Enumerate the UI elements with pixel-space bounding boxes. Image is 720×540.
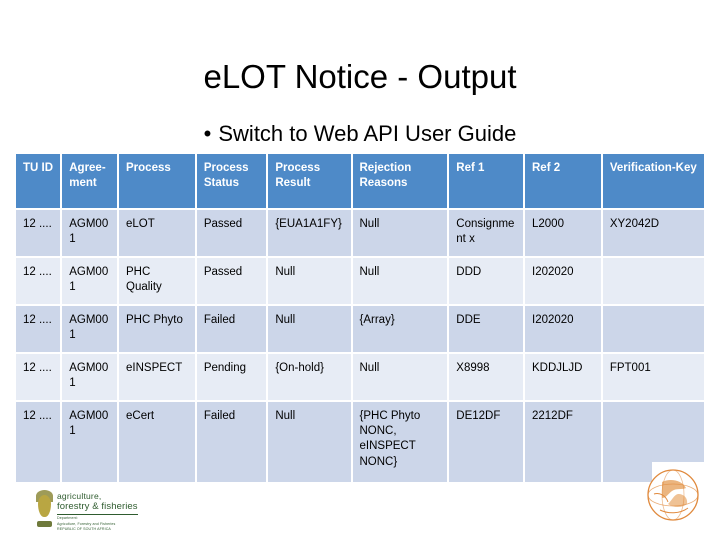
cell-ref-1: DE12DF xyxy=(449,402,523,482)
coat-of-arms-icon xyxy=(36,489,53,527)
cell-process-status: Pending xyxy=(196,354,267,400)
cell-ref-1: DDD xyxy=(449,258,523,304)
cell-tu-id: 12 .... xyxy=(16,402,61,482)
cell-verification-key xyxy=(602,306,704,352)
cell-process-status: Passed xyxy=(196,258,267,304)
cell-verification-key: XY2042D xyxy=(602,210,704,256)
table-row: 12 .... AGM001 eINSPECT Pending {On-hold… xyxy=(16,354,704,400)
cell-rejection-reasons: {Array} xyxy=(352,306,448,352)
cell-process: PHC Quality xyxy=(119,258,195,304)
bullet-item-label: Switch to Web API User Guide xyxy=(218,121,517,147)
cell-ref-1: Consignment x xyxy=(449,210,523,256)
cell-rejection-reasons: Null xyxy=(352,258,448,304)
cell-process-result: Null xyxy=(268,402,351,482)
cell-rejection-reasons: {PHC Phyto NONC, eINSPECT NONC} xyxy=(352,402,448,482)
cell-tu-id: 12 .... xyxy=(16,210,61,256)
bullet-marker-icon: • xyxy=(203,121,212,147)
cell-process: PHC Phyto xyxy=(119,306,195,352)
cell-process-result: {EUA1A1FY} xyxy=(268,210,351,256)
table-row: 12 .... AGM001 PHC Quality Passed Null N… xyxy=(16,258,704,304)
column-header-rejection-reasons: Rejection Reasons xyxy=(352,154,448,208)
cell-agreement: AGM001 xyxy=(62,210,117,256)
cell-tu-id: 12 .... xyxy=(16,258,61,304)
column-header-process-status: Process Status xyxy=(196,154,267,208)
cell-process-status: Failed xyxy=(196,306,267,352)
cell-process-status: Failed xyxy=(196,402,267,482)
cell-process-result: Null xyxy=(268,258,351,304)
department-logo-text: agriculture, forestry & fisheries Depart… xyxy=(57,489,138,532)
column-header-verification-key: Verification-Key xyxy=(602,154,704,208)
table-header-row: TU ID Agree-ment Process Process Status … xyxy=(16,154,704,208)
cell-ref-2: I202020 xyxy=(525,258,601,304)
cell-agreement: AGM001 xyxy=(62,354,117,400)
cell-ref-1: DDE xyxy=(449,306,523,352)
elot-notice-output-table: TU ID Agree-ment Process Process Status … xyxy=(14,152,706,484)
cell-process-result: Null xyxy=(268,306,351,352)
dept-logo-line-2: forestry & fisheries xyxy=(57,501,138,515)
cell-rejection-reasons: Null xyxy=(352,210,448,256)
cell-verification-key: FPT001 xyxy=(602,354,704,400)
cell-tu-id: 12 .... xyxy=(16,306,61,352)
cell-tu-id: 12 .... xyxy=(16,354,61,400)
cell-process: eCert xyxy=(119,402,195,482)
slide-canvas: eLOT Notice - Output • Switch to Web API … xyxy=(0,0,720,540)
table-row: 12 .... AGM001 eCert Failed Null {PHC Ph… xyxy=(16,402,704,482)
table-row: 12 .... AGM001 eLOT Passed {EUA1A1FY} Nu… xyxy=(16,210,704,256)
column-header-tu-id: TU ID xyxy=(16,154,61,208)
department-logo: agriculture, forestry & fisheries Depart… xyxy=(36,489,206,531)
globe-logo xyxy=(642,464,704,526)
column-header-agreement: Agree-ment xyxy=(62,154,117,208)
output-table-container: TU ID Agree-ment Process Process Status … xyxy=(14,152,706,484)
column-header-process: Process xyxy=(119,154,195,208)
cell-rejection-reasons: Null xyxy=(352,354,448,400)
cell-agreement: AGM001 xyxy=(62,306,117,352)
table-row: 12 .... AGM001 PHC Phyto Failed Null {Ar… xyxy=(16,306,704,352)
column-header-process-result: Process Result xyxy=(268,154,351,208)
page-title: eLOT Notice - Output xyxy=(203,58,517,95)
column-header-ref-1: Ref 1 xyxy=(449,154,523,208)
column-header-ref-2: Ref 2 xyxy=(525,154,601,208)
cell-ref-2: 2212DF xyxy=(525,402,601,482)
cell-process-status: Passed xyxy=(196,210,267,256)
cell-process: eINSPECT xyxy=(119,354,195,400)
cell-verification-key xyxy=(602,258,704,304)
cell-ref-2: KDDJLJD xyxy=(525,354,601,400)
cell-ref-1: X8998 xyxy=(449,354,523,400)
cell-agreement: AGM001 xyxy=(62,402,117,482)
bullet-item: • Switch to Web API User Guide xyxy=(0,120,720,147)
dept-logo-sub-3: REPUBLIC OF SOUTH AFRICA xyxy=(57,526,111,531)
cell-process: eLOT xyxy=(119,210,195,256)
cell-agreement: AGM001 xyxy=(62,258,117,304)
cell-ref-2: I202020 xyxy=(525,306,601,352)
cell-process-result: {On-hold} xyxy=(268,354,351,400)
cell-ref-2: L2000 xyxy=(525,210,601,256)
